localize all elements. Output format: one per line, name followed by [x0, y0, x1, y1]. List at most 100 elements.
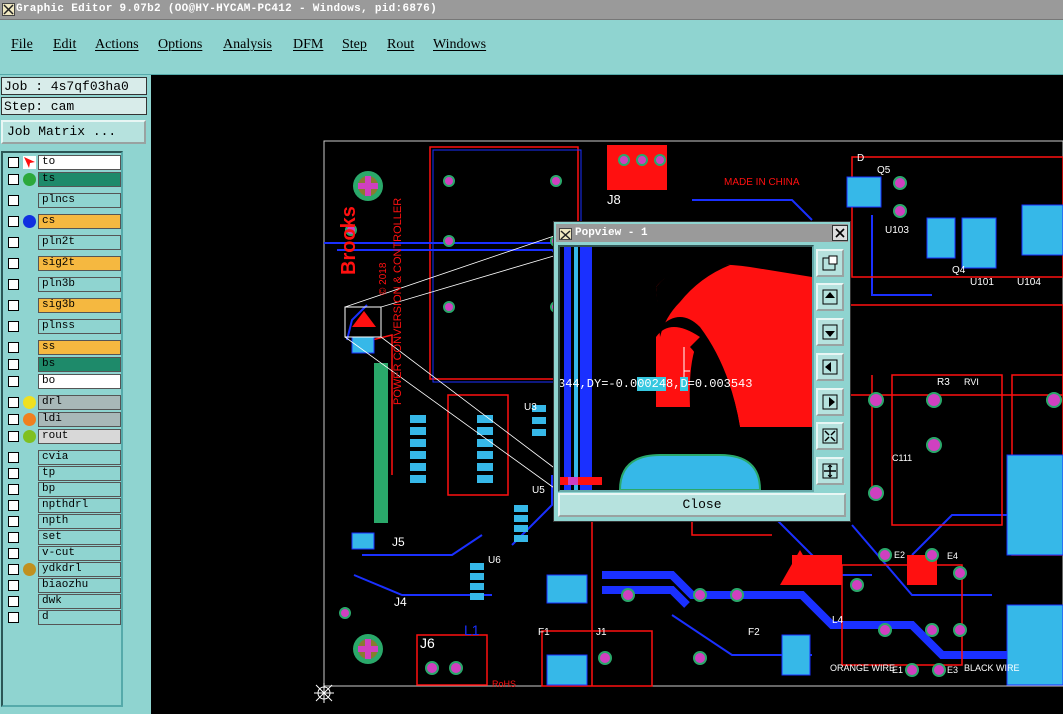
pan-right-button[interactable]: [816, 388, 844, 416]
layer-row[interactable]: sig2t: [5, 256, 121, 271]
layer-checkbox[interactable]: [8, 548, 19, 559]
menu-step[interactable]: Step: [342, 37, 367, 53]
zoom-fit-button[interactable]: [816, 249, 844, 277]
layer-name[interactable]: tp: [38, 466, 121, 481]
layer-row[interactable]: set: [5, 530, 121, 545]
layer-checkbox[interactable]: [8, 431, 19, 442]
layer-checkbox[interactable]: [8, 195, 19, 206]
layer-row[interactable]: rout: [5, 429, 121, 444]
layer-checkbox[interactable]: [8, 468, 19, 479]
zoom-in-button[interactable]: [816, 422, 844, 450]
layer-checkbox[interactable]: [8, 342, 19, 353]
layer-row[interactable]: ldi: [5, 412, 121, 427]
layer-checkbox[interactable]: [8, 612, 19, 623]
menu-analysis[interactable]: Analysis: [223, 37, 272, 53]
layer-name[interactable]: sig3b: [38, 298, 121, 313]
menu-options[interactable]: Options: [158, 37, 202, 53]
layer-checkbox[interactable]: [8, 397, 19, 408]
layer-name[interactable]: pln2t: [38, 235, 121, 250]
layer-row[interactable]: ydkdrl: [5, 562, 121, 577]
popview-close-button[interactable]: Close: [558, 493, 846, 517]
layer-name[interactable]: npthdrl: [38, 498, 121, 513]
layer-checkbox[interactable]: [8, 452, 19, 463]
layer-checkbox[interactable]: [8, 174, 19, 185]
layer-checkbox[interactable]: [8, 564, 19, 575]
pan-up-button[interactable]: [816, 283, 844, 311]
layer-name[interactable]: ldi: [38, 412, 121, 427]
layer-name[interactable]: npth: [38, 514, 121, 529]
layer-name[interactable]: dwk: [38, 594, 121, 609]
layer-name[interactable]: plncs: [38, 193, 121, 208]
layer-name[interactable]: d: [38, 610, 121, 625]
layer-row[interactable]: plncs: [5, 193, 121, 208]
layer-name[interactable]: set: [38, 530, 121, 545]
layer-row[interactable]: d: [5, 610, 121, 625]
layer-row[interactable]: ts: [5, 172, 121, 187]
layer-checkbox[interactable]: [8, 532, 19, 543]
layer-name[interactable]: bp: [38, 482, 121, 497]
layer-row[interactable]: npthdrl: [5, 498, 121, 513]
layer-row[interactable]: cvia: [5, 450, 121, 465]
menu-edit[interactable]: Edit: [53, 37, 76, 53]
layer-row[interactable]: ss: [5, 340, 121, 355]
menu-dfm[interactable]: DFM: [293, 37, 323, 53]
layer-checkbox[interactable]: [8, 321, 19, 332]
layer-checkbox[interactable]: [8, 376, 19, 387]
layer-name[interactable]: pln3b: [38, 277, 121, 292]
layer-name[interactable]: biaozhu: [38, 578, 121, 593]
layer-name[interactable]: plnss: [38, 319, 121, 334]
layer-name[interactable]: cvia: [38, 450, 121, 465]
layer-row[interactable]: to: [5, 155, 121, 170]
layer-row[interactable]: biaozhu: [5, 578, 121, 593]
layer-checkbox[interactable]: [8, 258, 19, 269]
layer-name[interactable]: ydkdrl: [38, 562, 121, 577]
layer-row[interactable]: bo: [5, 374, 121, 389]
layer-row[interactable]: dwk: [5, 594, 121, 609]
layer-name[interactable]: v-cut: [38, 546, 121, 561]
popview-dialog[interactable]: Popview - 1 344,DY=-0.000248,D=0.003543: [553, 221, 851, 522]
layer-row[interactable]: tp: [5, 466, 121, 481]
layer-row[interactable]: bs: [5, 357, 121, 372]
layer-checkbox[interactable]: [8, 157, 19, 168]
popview-close-icon[interactable]: [832, 225, 848, 241]
layer-checkbox[interactable]: [8, 359, 19, 370]
layer-row[interactable]: sig3b: [5, 298, 121, 313]
layer-row[interactable]: v-cut: [5, 546, 121, 561]
layer-checkbox[interactable]: [8, 237, 19, 248]
menu-rout[interactable]: Rout: [387, 37, 414, 53]
layer-name[interactable]: rout: [38, 429, 121, 444]
layer-row[interactable]: pln2t: [5, 235, 121, 250]
menu-actions[interactable]: Actions: [95, 37, 139, 53]
popview-titlebar[interactable]: Popview - 1: [556, 224, 848, 242]
layer-checkbox[interactable]: [8, 580, 19, 591]
layer-checkbox[interactable]: [8, 484, 19, 495]
popview-canvas[interactable]: 344,DY=-0.000248,D=0.003543: [558, 245, 814, 492]
pan-down-button[interactable]: [816, 318, 844, 346]
title-bar[interactable]: Graphic Editor 9.07b2 (OO@HY-HYCAM-PC412…: [0, 0, 1063, 20]
layer-name[interactable]: bo: [38, 374, 121, 389]
layer-name[interactable]: bs: [38, 357, 121, 372]
layer-row[interactable]: npth: [5, 514, 121, 529]
layer-checkbox[interactable]: [8, 216, 19, 227]
pan-left-button[interactable]: [816, 353, 844, 381]
layer-name[interactable]: sig2t: [38, 256, 121, 271]
layer-name[interactable]: to: [38, 155, 121, 170]
layer-name[interactable]: ss: [38, 340, 121, 355]
layer-row[interactable]: plnss: [5, 319, 121, 334]
layer-name[interactable]: ts: [38, 172, 121, 187]
job-matrix-button[interactable]: Job Matrix ...: [1, 120, 146, 144]
zoom-out-button[interactable]: [816, 457, 844, 485]
layer-name[interactable]: drl: [38, 395, 121, 410]
layer-row[interactable]: drl: [5, 395, 121, 410]
menu-windows[interactable]: Windows: [433, 37, 486, 53]
layer-name[interactable]: cs: [38, 214, 121, 229]
layer-checkbox[interactable]: [8, 596, 19, 607]
layer-checkbox[interactable]: [8, 516, 19, 527]
layer-checkbox[interactable]: [8, 500, 19, 511]
layer-row[interactable]: cs: [5, 214, 121, 229]
layer-row[interactable]: pln3b: [5, 277, 121, 292]
layer-row[interactable]: bp: [5, 482, 121, 497]
layer-checkbox[interactable]: [8, 279, 19, 290]
layer-checkbox[interactable]: [8, 300, 19, 311]
menu-file[interactable]: File: [11, 37, 33, 53]
